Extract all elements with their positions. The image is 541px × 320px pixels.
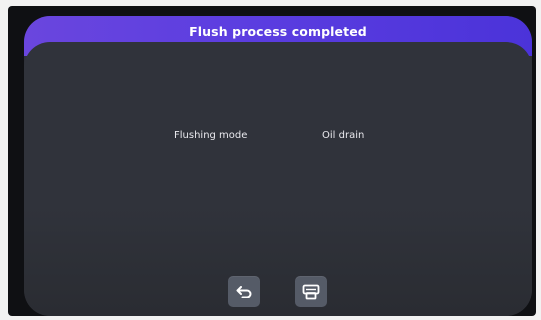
flushing-mode-label: Flushing mode: [174, 130, 248, 141]
return-arrow-icon: [236, 285, 252, 298]
back-button[interactable]: [228, 276, 260, 307]
dialog-title: Flush process completed: [189, 24, 367, 39]
printer-icon: [302, 284, 320, 300]
flushing-mode-value: Oil drain: [322, 130, 365, 141]
dialog-panel: Flush process completed Flushing mode Oi…: [24, 16, 532, 316]
screen-bezel: Flush process completed Flushing mode Oi…: [8, 6, 536, 316]
print-button[interactable]: [295, 276, 327, 307]
dialog-content: Flushing mode Oil drain: [24, 42, 532, 316]
info-row-flushing-mode: Flushing mode Oil drain: [24, 130, 532, 146]
